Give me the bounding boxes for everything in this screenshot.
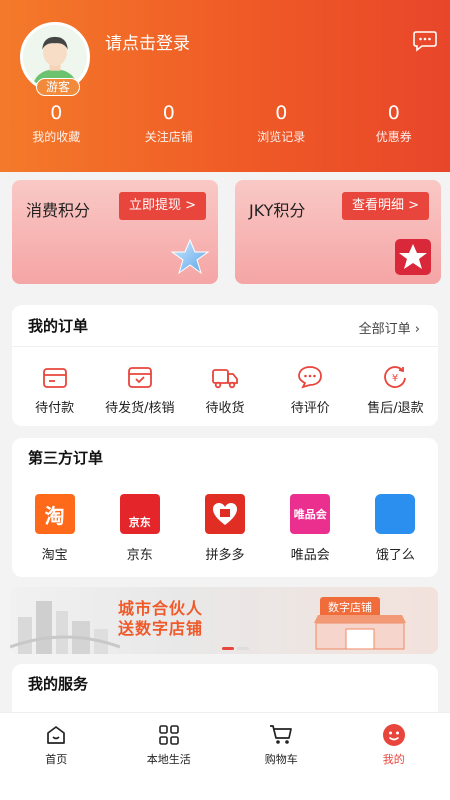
eleme-orders[interactable]: 饿了么 — [353, 494, 438, 563]
third-party-label: 京东 — [126, 548, 153, 563]
refund-icon: ¥ — [384, 366, 407, 388]
city-skyline-icon — [10, 601, 120, 654]
order-status-label: 待发货/核销 — [105, 401, 175, 416]
pinduoduo-logo-icon — [205, 494, 245, 534]
my-orders-title: 我的订单 — [28, 317, 89, 335]
jky-points-card[interactable]: JKY积分 查看明细 > — [235, 180, 441, 284]
banner-line-1: 城市合伙人 — [118, 599, 204, 618]
order-status-label: 待收货 — [205, 401, 245, 416]
consume-points-title: 消费积分 — [26, 201, 91, 220]
taobao-logo-icon: 淘 — [34, 494, 75, 534]
message-icon[interactable] — [413, 30, 437, 52]
third-party-orders-title: 第三方订单 — [28, 449, 104, 467]
stat-label: 我的收藏 — [32, 130, 81, 144]
stat-value: 0 — [162, 102, 175, 124]
order-pending-shipment[interactable]: 待发货/核销 — [97, 361, 182, 416]
my-services-title: 我的服务 — [28, 675, 89, 693]
box-icon — [127, 367, 152, 388]
jd-orders[interactable]: 京东 京东 — [97, 494, 182, 563]
red-star-badge-icon — [395, 239, 431, 275]
storefront-icon — [314, 615, 406, 650]
stat-value: 0 — [387, 102, 400, 124]
order-status-row: 待付款 待发货/核销 待收货 待评价 ¥ 售后/退款 — [12, 361, 438, 416]
stat-followed-shops[interactable]: 0 关注店铺 — [113, 100, 226, 145]
stat-label: 浏览记录 — [257, 130, 306, 144]
order-pending-receipt[interactable]: 待收货 — [182, 361, 267, 416]
view-details-button[interactable]: 查看明细 > — [341, 192, 429, 220]
stat-coupons[interactable]: 0 优惠券 — [338, 100, 450, 145]
tab-cart[interactable]: 购物车 — [225, 713, 338, 800]
my-orders-card: 我的订单 全部订单 › 待付款 待发货/核销 待收货 待评价 ¥ 售后/退款 — [12, 305, 438, 426]
stat-history[interactable]: 0 浏览记录 — [225, 100, 338, 145]
tab-label: 首页 — [45, 753, 68, 766]
banner-pagination — [222, 647, 249, 650]
consume-points-card[interactable]: 消费积分 立即提现 > — [12, 180, 218, 284]
order-pending-review[interactable]: 待评价 — [268, 361, 353, 416]
chevron-right-icon: › — [414, 322, 420, 337]
third-party-orders-card: 第三方订单 淘 淘宝 京东 京东 拼多多 唯品会 唯品会 饿了么 — [12, 438, 438, 577]
tab-mine[interactable]: 我的 — [338, 713, 450, 800]
jky-points-title: JKY积分 — [249, 201, 306, 220]
withdraw-button[interactable]: 立即提现 > — [118, 192, 206, 220]
order-status-label: 待付款 — [35, 401, 75, 416]
eleme-logo-icon — [375, 494, 416, 534]
banner-dot-active — [222, 647, 234, 650]
taobao-orders[interactable]: 淘 淘宝 — [12, 494, 97, 563]
cart-icon — [270, 725, 293, 744]
tab-label: 我的 — [382, 753, 405, 766]
third-party-row: 淘 淘宝 京东 京东 拼多多 唯品会 唯品会 饿了么 — [12, 494, 438, 563]
third-party-label: 饿了么 — [375, 548, 415, 563]
order-refund[interactable]: ¥ 售后/退款 — [353, 361, 438, 416]
stat-label: 关注店铺 — [144, 130, 193, 144]
star-icon — [170, 238, 210, 275]
guest-badge: 游客 — [36, 78, 80, 96]
vip-orders[interactable]: 唯品会 唯品会 — [268, 494, 353, 563]
comment-icon — [298, 366, 323, 389]
order-pending-payment[interactable]: 待付款 — [12, 361, 97, 416]
stat-label: 优惠券 — [375, 130, 412, 144]
stat-value: 0 — [50, 102, 63, 124]
pinduoduo-orders[interactable]: 拼多多 — [182, 494, 267, 563]
stats-row: 0 我的收藏 0 关注店铺 0 浏览记录 0 优惠券 — [0, 100, 450, 145]
login-link[interactable]: 请点击登录 — [105, 29, 190, 54]
third-party-label: 淘宝 — [41, 548, 68, 563]
jd-logo-icon: 京东 — [119, 494, 160, 534]
home-icon — [47, 726, 66, 744]
svg-text:¥: ¥ — [392, 373, 398, 384]
tab-label: 本地生活 — [146, 753, 191, 766]
grid-icon — [158, 725, 179, 745]
bottom-tab-bar: 首页 本地生活 购物车 我的 — [0, 712, 450, 800]
stat-value: 0 — [275, 102, 288, 124]
order-status-label: 待评价 — [290, 401, 330, 416]
banner-line-2: 送数字店铺 — [118, 619, 204, 638]
profile-icon — [382, 724, 405, 746]
third-party-label: 拼多多 — [205, 548, 245, 563]
divider — [12, 346, 438, 347]
tab-local-life[interactable]: 本地生活 — [113, 713, 226, 800]
stat-favorites[interactable]: 0 我的收藏 — [0, 100, 113, 145]
banner-dot — [237, 647, 249, 650]
tab-label: 购物车 — [264, 753, 298, 766]
truck-icon — [212, 369, 238, 389]
third-party-label: 唯品会 — [290, 548, 330, 563]
order-status-label: 售后/退款 — [367, 401, 424, 416]
vip-logo-icon: 唯品会 — [290, 494, 331, 534]
wallet-icon — [42, 368, 67, 388]
banner-headline: 城市合伙人 送数字店铺 — [118, 599, 203, 639]
all-orders-label: 全部订单 — [358, 322, 411, 337]
all-orders-link[interactable]: 全部订单 › — [359, 318, 420, 337]
city-partner-banner[interactable]: 城市合伙人 送数字店铺 数字店铺 — [10, 587, 438, 654]
tab-home[interactable]: 首页 — [0, 713, 113, 800]
profile-header: 游客 请点击登录 0 我的收藏 0 关注店铺 0 浏览记录 0 优惠券 — [0, 0, 450, 172]
